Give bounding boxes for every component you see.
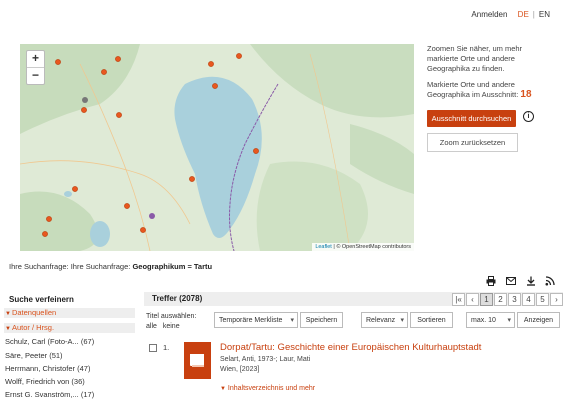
info-icon[interactable]: i [523,111,534,122]
toc-link[interactable]: ▼ Inhaltsverzeichnis und mehr [220,385,315,392]
language-bar: Anmelden DE | EN [471,10,550,19]
select-titles: Titel auswählen: alle keine [146,312,196,332]
reset-zoom-button[interactable]: Zoom zurücksetzen [427,133,518,152]
facet-author-item[interactable]: Ernst G. Svanström,... (17) [5,390,94,399]
per-page-select[interactable]: max. 10 [466,312,515,329]
lang-separator: | [532,10,535,19]
sort-select-value: Relevanz [366,317,396,324]
query-prefix: Ihre Suchanfrage: Ihre Suchanfrage: [9,262,131,271]
sort-button[interactable]: Sortieren [410,312,453,328]
per-page-select-value: max. 10 [471,317,496,324]
facet-author-item[interactable]: Säre, Peeter (51) [5,351,63,360]
map[interactable]: + − Leaflet | © OpenStreetMap contributo… [20,44,414,251]
facet-label: Datenquellen [11,308,57,317]
facet-author-item[interactable]: Wolff, Friedrich von (36) [5,377,85,386]
login-link[interactable]: Anmelden [471,10,507,19]
rss-icon[interactable] [545,276,555,286]
osm-attribution: | © OpenStreetMap contributors [333,244,411,250]
zoom-control: + − [26,50,45,85]
search-query: Ihre Suchanfrage: Ihre Suchanfrage: Geog… [9,262,212,271]
facet-label: Autor / Hrsg. [11,323,55,332]
leaflet-link[interactable]: Leaflet [315,244,332,250]
mail-icon[interactable] [506,276,516,286]
caret-down-icon: ▼ [220,386,226,392]
result-number: 1. [163,343,170,352]
caret-down-icon: ▼ [5,311,11,317]
caret-down-icon: ▼ [5,326,11,332]
facet-author-item[interactable]: Schulz, Carl (Foto-A... (67) [5,337,94,346]
page-next-button[interactable]: › [550,293,563,306]
refine-title: Suche verfeinern [9,295,74,304]
zoom-out-button[interactable]: − [27,67,44,84]
marked-count-line: Markierte Orte und andere Geographika im… [427,80,552,100]
map-canvas [20,44,414,251]
select-none-link[interactable]: keine [163,323,180,330]
zoom-hint: Zoomen Sie näher, um mehr markierte Orte… [427,44,523,73]
book-icon [184,342,211,379]
toc-label: Inhaltsverzeichnis und mehr [227,385,316,392]
print-icon[interactable] [486,276,496,286]
results-title: Treffer (2078) [152,294,203,303]
facet-datenquellen[interactable]: ▼Datenquellen [4,308,135,318]
page-3-button[interactable]: 3 [508,293,521,306]
lang-de-link[interactable]: DE [518,10,529,19]
lang-en-link[interactable]: EN [539,10,550,19]
result-title-link[interactable]: Dorpat/Tartu: Geschichte einer Europäisc… [220,342,481,353]
map-side-panel: Zoomen Sie näher, um mehr markierte Orte… [427,44,552,100]
page-5-button[interactable]: 5 [536,293,549,306]
result-checkbox[interactable] [149,344,157,352]
select-links: alle keine [146,322,196,332]
page-prev-button[interactable]: ‹ [466,293,479,306]
facet-autor[interactable]: ▼Autor / Hrsg. [4,323,135,333]
sort-select[interactable]: Relevanz [361,312,408,329]
facet-author-item[interactable]: Herrmann, Christofer (47) [5,364,90,373]
select-all-link[interactable]: alle [146,323,157,330]
page-2-button[interactable]: 2 [494,293,507,306]
save-button[interactable]: Speichern [300,312,343,328]
page-4-button[interactable]: 4 [522,293,535,306]
download-icon[interactable] [526,276,536,286]
select-label: Titel auswählen: [146,313,197,320]
marked-text: Markierte Orte und andere Geographika im… [427,80,519,99]
page-first-button[interactable]: |« [452,293,465,306]
search-area-button[interactable]: Ausschnitt durchsuchen [427,110,516,127]
map-attribution: Leaflet | © OpenStreetMap contributors [312,243,414,251]
result-authors: Selart, Anti, 1973-; Laur, Mati [220,356,311,363]
page-1-button[interactable]: 1 [480,293,493,306]
show-button[interactable]: Anzeigen [517,312,560,328]
query-term: Geographikum = Tartu [132,262,213,271]
result-publication: Wien, [2023] [220,366,260,373]
marked-count: 18 [520,89,532,100]
watchlist-select-value: Temporäre Merkliste [219,317,283,324]
zoom-in-button[interactable]: + [27,51,44,67]
watchlist-select[interactable]: Temporäre Merkliste [214,312,298,329]
